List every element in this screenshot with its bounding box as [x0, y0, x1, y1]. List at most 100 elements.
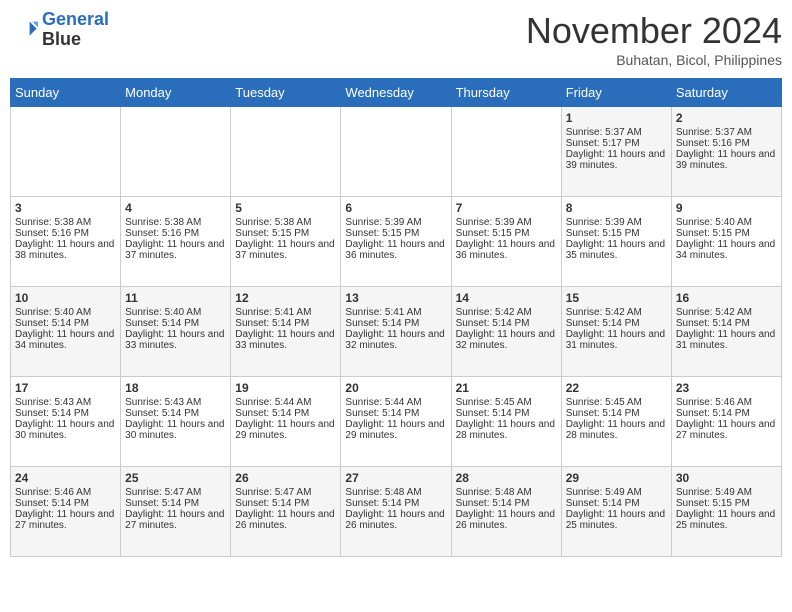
- calendar-table: SundayMondayTuesdayWednesdayThursdayFrid…: [10, 78, 782, 557]
- cell-text: Sunset: 5:15 PM: [235, 228, 336, 239]
- header-day-thursday: Thursday: [451, 79, 561, 107]
- cell-text: Sunset: 5:14 PM: [566, 408, 667, 419]
- calendar-cell: [121, 107, 231, 197]
- calendar-cell: 25Sunrise: 5:47 AMSunset: 5:14 PMDayligh…: [121, 467, 231, 557]
- cell-text: Daylight: 11 hours and 37 minutes.: [235, 239, 336, 261]
- cell-text: Daylight: 11 hours and 32 minutes.: [456, 329, 557, 351]
- logo-icon: [10, 16, 38, 44]
- cell-text: Sunset: 5:14 PM: [676, 408, 777, 419]
- calendar-cell: 21Sunrise: 5:45 AMSunset: 5:14 PMDayligh…: [451, 377, 561, 467]
- cell-text: Sunrise: 5:40 AM: [676, 217, 777, 228]
- cell-text: Daylight: 11 hours and 27 minutes.: [15, 509, 116, 531]
- day-number: 3: [15, 201, 116, 215]
- cell-text: Sunrise: 5:42 AM: [456, 307, 557, 318]
- cell-text: Daylight: 11 hours and 36 minutes.: [345, 239, 446, 261]
- calendar-cell: 18Sunrise: 5:43 AMSunset: 5:14 PMDayligh…: [121, 377, 231, 467]
- calendar-cell: 12Sunrise: 5:41 AMSunset: 5:14 PMDayligh…: [231, 287, 341, 377]
- cell-text: Sunset: 5:16 PM: [676, 138, 777, 149]
- week-row-1: 3Sunrise: 5:38 AMSunset: 5:16 PMDaylight…: [11, 197, 782, 287]
- day-number: 16: [676, 291, 777, 305]
- cell-text: Sunset: 5:14 PM: [235, 498, 336, 509]
- cell-text: Daylight: 11 hours and 25 minutes.: [676, 509, 777, 531]
- cell-text: Sunset: 5:14 PM: [456, 318, 557, 329]
- calendar-body: 1Sunrise: 5:37 AMSunset: 5:17 PMDaylight…: [11, 107, 782, 557]
- header-day-friday: Friday: [561, 79, 671, 107]
- month-title: November 2024: [526, 10, 782, 52]
- calendar-cell: 28Sunrise: 5:48 AMSunset: 5:14 PMDayligh…: [451, 467, 561, 557]
- cell-text: Daylight: 11 hours and 29 minutes.: [345, 419, 446, 441]
- cell-text: Sunset: 5:14 PM: [15, 408, 116, 419]
- cell-text: Sunset: 5:15 PM: [345, 228, 446, 239]
- cell-text: Sunrise: 5:37 AM: [676, 127, 777, 138]
- week-row-0: 1Sunrise: 5:37 AMSunset: 5:17 PMDaylight…: [11, 107, 782, 197]
- calendar-cell: 13Sunrise: 5:41 AMSunset: 5:14 PMDayligh…: [341, 287, 451, 377]
- page-header: General Blue November 2024 Buhatan, Bico…: [10, 10, 782, 68]
- cell-text: Sunrise: 5:41 AM: [345, 307, 446, 318]
- calendar-cell: 30Sunrise: 5:49 AMSunset: 5:15 PMDayligh…: [671, 467, 781, 557]
- title-block: November 2024 Buhatan, Bicol, Philippine…: [526, 10, 782, 68]
- cell-text: Sunrise: 5:42 AM: [566, 307, 667, 318]
- cell-text: Sunrise: 5:38 AM: [15, 217, 116, 228]
- cell-text: Sunrise: 5:49 AM: [566, 487, 667, 498]
- week-row-4: 24Sunrise: 5:46 AMSunset: 5:14 PMDayligh…: [11, 467, 782, 557]
- logo-text: General Blue: [42, 10, 109, 50]
- calendar-cell: 3Sunrise: 5:38 AMSunset: 5:16 PMDaylight…: [11, 197, 121, 287]
- day-number: 30: [676, 471, 777, 485]
- day-number: 5: [235, 201, 336, 215]
- day-number: 17: [15, 381, 116, 395]
- calendar-cell: 19Sunrise: 5:44 AMSunset: 5:14 PMDayligh…: [231, 377, 341, 467]
- calendar-cell: 8Sunrise: 5:39 AMSunset: 5:15 PMDaylight…: [561, 197, 671, 287]
- cell-text: Sunset: 5:15 PM: [676, 228, 777, 239]
- cell-text: Daylight: 11 hours and 29 minutes.: [235, 419, 336, 441]
- calendar-cell: 23Sunrise: 5:46 AMSunset: 5:14 PMDayligh…: [671, 377, 781, 467]
- cell-text: Sunrise: 5:38 AM: [235, 217, 336, 228]
- calendar-cell: 6Sunrise: 5:39 AMSunset: 5:15 PMDaylight…: [341, 197, 451, 287]
- day-number: 12: [235, 291, 336, 305]
- header-day-tuesday: Tuesday: [231, 79, 341, 107]
- cell-text: Sunrise: 5:46 AM: [15, 487, 116, 498]
- calendar-cell: 1Sunrise: 5:37 AMSunset: 5:17 PMDaylight…: [561, 107, 671, 197]
- cell-text: Daylight: 11 hours and 33 minutes.: [235, 329, 336, 351]
- cell-text: Sunset: 5:14 PM: [676, 318, 777, 329]
- cell-text: Sunset: 5:14 PM: [345, 498, 446, 509]
- cell-text: Sunset: 5:15 PM: [566, 228, 667, 239]
- cell-text: Sunrise: 5:39 AM: [566, 217, 667, 228]
- cell-text: Sunset: 5:14 PM: [345, 408, 446, 419]
- cell-text: Sunset: 5:14 PM: [345, 318, 446, 329]
- cell-text: Sunset: 5:14 PM: [235, 318, 336, 329]
- cell-text: Sunrise: 5:39 AM: [345, 217, 446, 228]
- cell-text: Sunset: 5:14 PM: [125, 498, 226, 509]
- cell-text: Daylight: 11 hours and 33 minutes.: [125, 329, 226, 351]
- cell-text: Sunrise: 5:47 AM: [125, 487, 226, 498]
- cell-text: Daylight: 11 hours and 26 minutes.: [235, 509, 336, 531]
- cell-text: Sunset: 5:16 PM: [125, 228, 226, 239]
- cell-text: Sunrise: 5:46 AM: [676, 397, 777, 408]
- cell-text: Sunset: 5:15 PM: [456, 228, 557, 239]
- day-number: 8: [566, 201, 667, 215]
- calendar-cell: 10Sunrise: 5:40 AMSunset: 5:14 PMDayligh…: [11, 287, 121, 377]
- cell-text: Sunrise: 5:44 AM: [235, 397, 336, 408]
- calendar-cell: [341, 107, 451, 197]
- cell-text: Sunset: 5:15 PM: [676, 498, 777, 509]
- cell-text: Sunrise: 5:45 AM: [456, 397, 557, 408]
- cell-text: Sunrise: 5:40 AM: [125, 307, 226, 318]
- cell-text: Sunset: 5:14 PM: [456, 408, 557, 419]
- day-number: 29: [566, 471, 667, 485]
- day-number: 21: [456, 381, 557, 395]
- calendar-cell: 14 Sunrise: 5:42 AMSunset: 5:14 PMDayligh…: [451, 287, 561, 377]
- cell-text: Sunrise: 5:37 AM: [566, 127, 667, 138]
- day-number: 18: [125, 381, 226, 395]
- cell-text: Sunset: 5:16 PM: [15, 228, 116, 239]
- cell-text: Daylight: 11 hours and 26 minutes.: [456, 509, 557, 531]
- day-number: 14: [456, 291, 557, 305]
- cell-text: Sunrise: 5:43 AM: [15, 397, 116, 408]
- day-number: 15: [566, 291, 667, 305]
- logo: General Blue: [10, 10, 109, 50]
- calendar-cell: 20Sunrise: 5:44 AMSunset: 5:14 PMDayligh…: [341, 377, 451, 467]
- day-number: 11: [125, 291, 226, 305]
- day-number: 22: [566, 381, 667, 395]
- calendar-cell: 24Sunrise: 5:46 AMSunset: 5:14 PMDayligh…: [11, 467, 121, 557]
- cell-text: Daylight: 11 hours and 26 minutes.: [345, 509, 446, 531]
- cell-text: Daylight: 11 hours and 32 minutes.: [345, 329, 446, 351]
- calendar-cell: 26Sunrise: 5:47 AMSunset: 5:14 PMDayligh…: [231, 467, 341, 557]
